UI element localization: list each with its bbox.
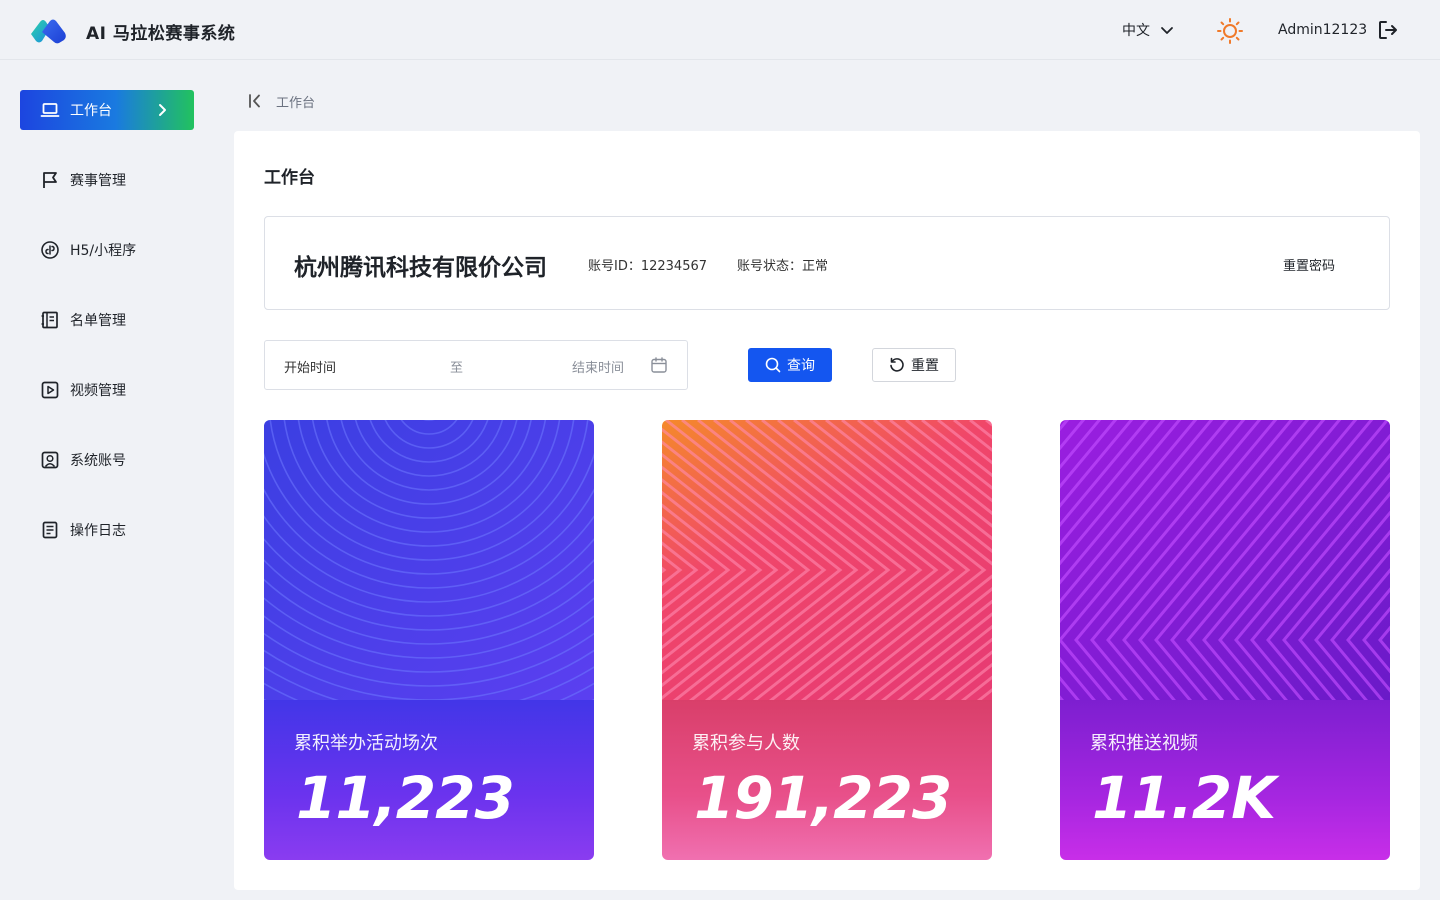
chevron-right-icon: [159, 104, 166, 116]
query-button[interactable]: 查询: [748, 348, 832, 382]
card-pattern: [264, 420, 594, 700]
sidebar-item-label: 系统账号: [70, 453, 126, 469]
app-title: AI 马拉松赛事系统: [86, 24, 236, 44]
sidebar-item-label: 名单管理: [70, 313, 126, 329]
reset-label: 重置: [911, 358, 939, 374]
range-separator: 至: [450, 361, 464, 376]
laptop-icon: [40, 103, 60, 117]
end-date-input[interactable]: 结束时间: [572, 357, 624, 376]
language-selector[interactable]: 中文: [1122, 20, 1174, 40]
sidebar-item-label: 工作台: [70, 103, 112, 119]
logout-icon[interactable]: [1377, 19, 1399, 41]
sidebar-item-label: 视频管理: [70, 383, 126, 399]
main-panel: 工作台 杭州腾讯科技有限价公司 账号ID：12234567 账号状态：正常 重置…: [234, 131, 1420, 890]
account-status: 账号状态：正常: [737, 259, 829, 274]
reset-button[interactable]: 重置: [872, 348, 956, 382]
notebook-icon: [41, 311, 58, 329]
sidebar-item-label: 操作日志: [70, 523, 126, 539]
user-menu[interactable]: Admin12123: [1278, 19, 1399, 41]
company-name: 杭州腾讯科技有限价公司: [294, 255, 547, 281]
reset-password-link[interactable]: 重置密码: [1283, 255, 1335, 274]
stat-card-events: 累积举办活动场次 11,223: [264, 420, 594, 860]
sidebar-item-label: 赛事管理: [70, 173, 126, 189]
sidebar-item-videos[interactable]: 视频管理: [20, 370, 194, 410]
username: Admin12123: [1278, 22, 1368, 38]
sidebar-item-accounts[interactable]: 系统账号: [20, 440, 194, 480]
stat-label: 累积推送视频: [1090, 733, 1198, 754]
sidebar: 工作台 赛事管理 H5/小程序 名单管理 视频管理 系统账号 操作日志: [0, 60, 214, 900]
sidebar-item-label: H5/小程序: [70, 243, 137, 259]
account-id: 账号ID：12234567: [588, 259, 708, 274]
sidebar-item-logs[interactable]: 操作日志: [20, 510, 194, 550]
document-icon: [42, 521, 58, 539]
stat-card-videos: 累积推送视频 11.2K: [1060, 420, 1390, 860]
sidebar-item-h5[interactable]: H5/小程序: [20, 230, 194, 270]
account-info-card: 杭州腾讯科技有限价公司 账号ID：12234567 账号状态：正常 重置密码: [264, 216, 1390, 310]
sidebar-item-events[interactable]: 赛事管理: [20, 160, 194, 200]
top-header: AI 马拉松赛事系统 中文 Admin12123: [0, 0, 1440, 60]
flag-icon: [43, 172, 57, 188]
play-icon: [41, 381, 59, 399]
search-icon: [765, 357, 781, 373]
refresh-icon: [890, 357, 904, 372]
sidebar-item-workbench[interactable]: 工作台: [20, 90, 194, 130]
logo-icon: [31, 19, 66, 44]
query-label: 查询: [787, 358, 815, 374]
stat-value: 191,223: [694, 764, 952, 832]
date-range-picker[interactable]: 开始时间 至 结束时间: [264, 340, 688, 390]
card-pattern: [662, 420, 992, 700]
calendar-icon[interactable]: [650, 356, 668, 374]
start-date-input[interactable]: 开始时间: [284, 357, 336, 376]
breadcrumb: 工作台: [276, 96, 316, 111]
stat-card-participants: 累积参与人数 191,223: [662, 420, 992, 860]
page-title: 工作台: [264, 168, 315, 188]
link-icon: [41, 241, 59, 259]
stat-value: 11,223: [296, 764, 515, 832]
stat-label: 累积参与人数: [692, 733, 800, 754]
stat-value: 11.2K: [1092, 764, 1276, 832]
card-pattern: [1060, 420, 1390, 700]
sidebar-item-roster[interactable]: 名单管理: [20, 300, 194, 340]
sun-icon[interactable]: [1216, 17, 1244, 45]
chevron-down-icon: [1161, 27, 1173, 34]
user-card-icon: [41, 451, 59, 469]
language-label: 中文: [1122, 23, 1150, 39]
stat-label: 累积举办活动场次: [294, 733, 438, 754]
collapse-sidebar-icon[interactable]: [246, 92, 264, 110]
